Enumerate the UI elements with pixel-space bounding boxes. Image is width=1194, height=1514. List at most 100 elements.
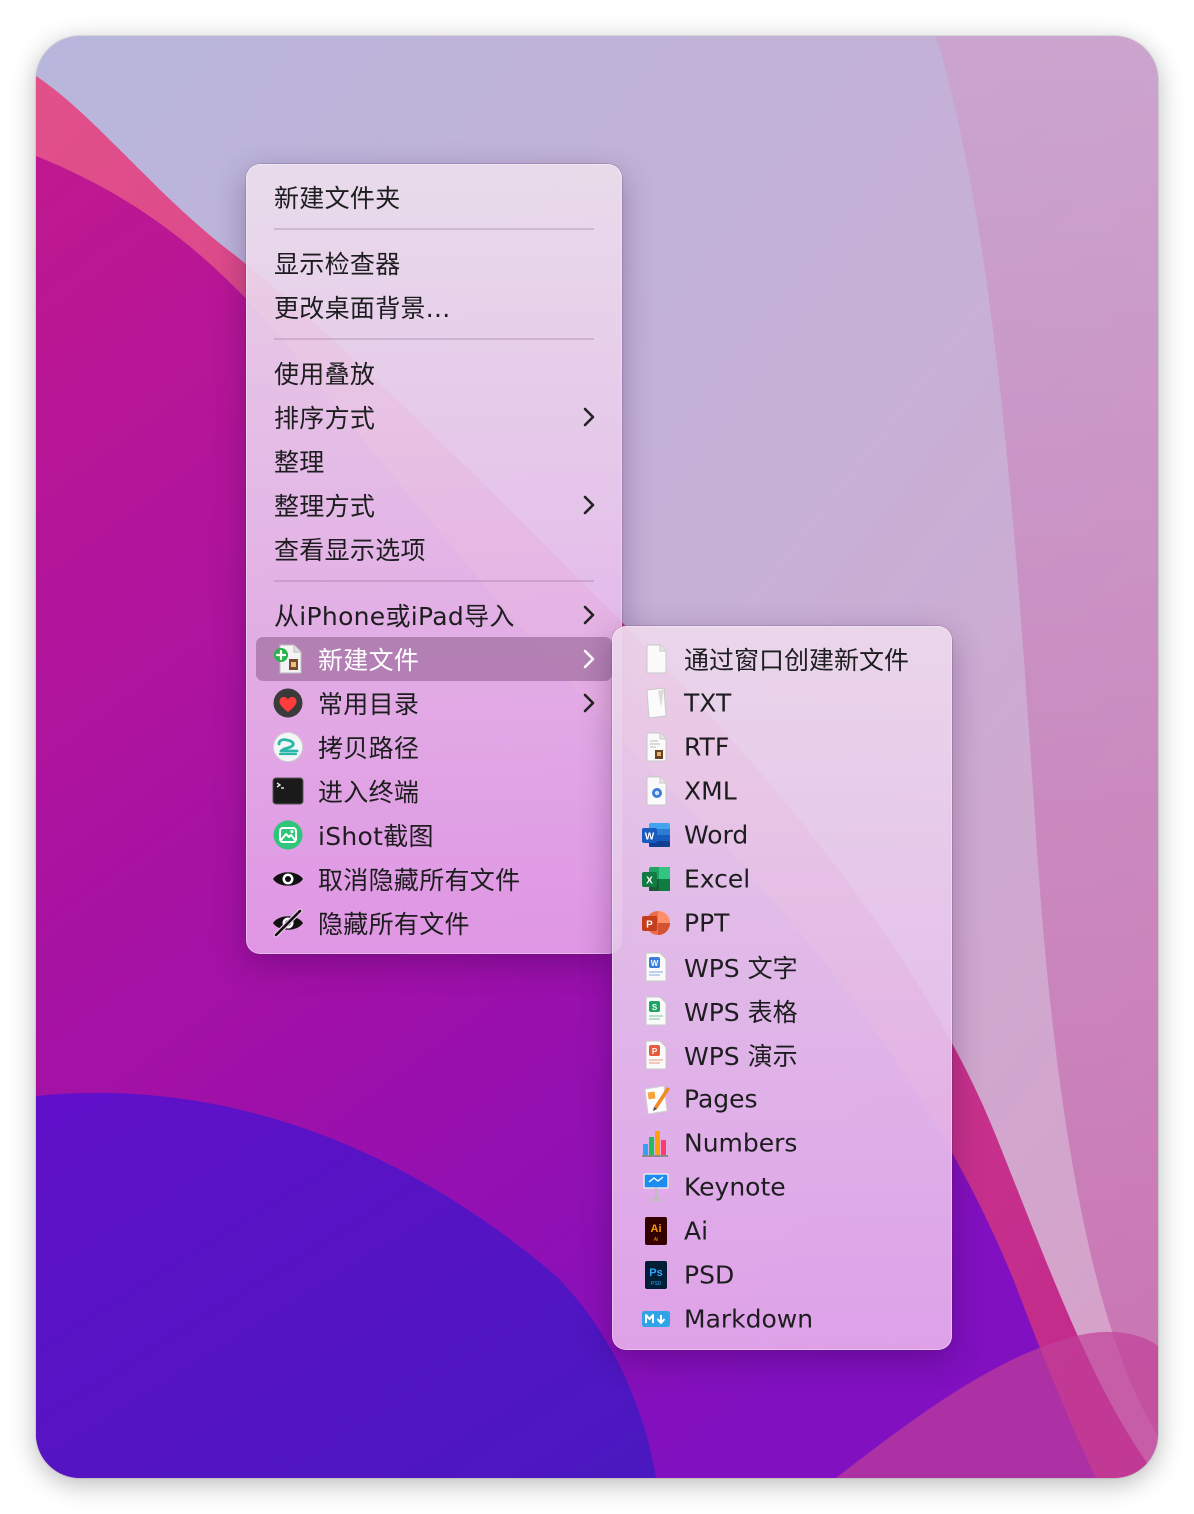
new-file-submenu: 通过窗口创建新文件 TXT RTF XML W Word X Excel P P…	[612, 626, 952, 1350]
submenu-item-label: TXT	[684, 688, 732, 718]
submenu-item-label: Keynote	[684, 1172, 786, 1202]
submenu-item-ai[interactable]: Ai Ai Ai	[622, 1209, 942, 1253]
submenu-item-wps-writer[interactable]: W WPS 文字	[622, 945, 942, 989]
submenu-item-ppt[interactable]: P PPT	[622, 901, 942, 945]
svg-text:W: W	[645, 832, 655, 843]
submenu-item-txt[interactable]: TXT	[622, 681, 942, 725]
word-icon: W	[642, 823, 670, 847]
submenu-item-label: PPT	[684, 908, 730, 938]
menu-item-label: 新建文件	[318, 646, 420, 675]
photoshop-icon: Ps PSD	[645, 1261, 667, 1289]
chevron-right-icon	[583, 495, 595, 515]
menu-item-new-folder[interactable]: 新建文件夹	[256, 175, 612, 219]
excel-icon: X	[642, 867, 670, 891]
chevron-right-icon	[583, 605, 595, 625]
rtf-file-icon	[646, 732, 667, 762]
submenu-item-xml[interactable]: XML	[622, 769, 942, 813]
submenu-item-rtf[interactable]: RTF	[622, 725, 942, 769]
copy-path-icon	[273, 732, 303, 762]
submenu-item-numbers[interactable]: Numbers	[622, 1121, 942, 1165]
menu-separator	[274, 228, 594, 230]
svg-text:Ai: Ai	[654, 1237, 658, 1243]
svg-text:PSD: PSD	[651, 1281, 662, 1287]
submenu-item-word[interactable]: W Word	[622, 813, 942, 857]
menu-item-label: 排序方式	[274, 404, 376, 433]
submenu-item-wps-spreadsheet[interactable]: S WPS 表格	[622, 989, 942, 1033]
submenu-item-label: RTF	[684, 732, 730, 762]
menu-item-show-inspector[interactable]: 显示检查器	[256, 241, 612, 285]
submenu-item-label: 通过窗口创建新文件	[684, 646, 910, 675]
submenu-item-label: PSD	[684, 1260, 735, 1290]
svg-text:S: S	[652, 1003, 658, 1012]
chevron-right-icon	[583, 693, 595, 713]
submenu-item-label: Word	[684, 820, 749, 850]
new-file-icon	[274, 644, 302, 674]
menu-item-view-options[interactable]: 查看显示选项	[256, 527, 612, 571]
menu-item-label: 拷贝路径	[318, 734, 420, 763]
terminal-icon	[272, 777, 304, 805]
menu-item-use-stacks[interactable]: 使用叠放	[256, 351, 612, 395]
menu-item-import-from-iphone[interactable]: 从iPhone或iPad导入	[256, 593, 612, 637]
submenu-item-label: WPS 文字	[684, 954, 798, 983]
keynote-icon	[643, 1173, 669, 1201]
svg-text:P: P	[652, 1047, 658, 1056]
submenu-item-label: Pages	[684, 1084, 758, 1114]
wps-writer-icon: W	[645, 952, 667, 982]
menu-item-label: 整理	[274, 448, 325, 477]
desktop-context-menu: 新建文件夹 显示检查器 更改桌面背景... 使用叠放 排序方式 整理 整理方式 …	[246, 164, 622, 954]
submenu-item-keynote[interactable]: Keynote	[622, 1165, 942, 1209]
menu-item-open-terminal[interactable]: 进入终端	[256, 769, 612, 813]
submenu-item-markdown[interactable]: Markdown	[622, 1297, 942, 1341]
illustrator-icon: Ai Ai	[645, 1217, 667, 1245]
heart-icon	[273, 688, 303, 718]
svg-text:Ai: Ai	[651, 1223, 662, 1235]
menu-item-label: 使用叠放	[274, 360, 376, 389]
menu-item-ishot-screenshot[interactable]: iShot截图	[256, 813, 612, 857]
menu-item-change-wallpaper[interactable]: 更改桌面背景...	[256, 285, 612, 329]
menu-item-hide-all-files[interactable]: 隐藏所有文件	[256, 901, 612, 945]
menu-item-copy-path[interactable]: 拷贝路径	[256, 725, 612, 769]
svg-text:X: X	[646, 876, 653, 887]
submenu-item-label: XML	[684, 776, 737, 806]
wps-presentation-icon: P	[645, 1040, 667, 1070]
menu-item-label: 更改桌面背景...	[274, 294, 451, 323]
submenu-item-label: Excel	[684, 864, 751, 894]
menu-item-label: 进入终端	[318, 778, 420, 807]
submenu-item-label: WPS 演示	[684, 1042, 798, 1071]
submenu-item-label: Markdown	[684, 1304, 814, 1334]
submenu-item-pages[interactable]: Pages	[622, 1077, 942, 1121]
menu-item-sort-by[interactable]: 排序方式	[256, 395, 612, 439]
wps-spreadsheet-icon: S	[645, 996, 667, 1026]
chevron-right-icon	[583, 407, 595, 427]
submenu-item-label: WPS 表格	[684, 998, 798, 1027]
menu-item-label: 整理方式	[274, 492, 376, 521]
submenu-item-label: Ai	[684, 1216, 709, 1246]
eye-slash-icon	[273, 908, 303, 938]
ishot-icon	[273, 820, 303, 850]
svg-text:Ps: Ps	[649, 1267, 662, 1279]
menu-item-label: 新建文件夹	[274, 184, 401, 213]
menu-item-label: 常用目录	[318, 690, 420, 719]
submenu-item-label: Numbers	[684, 1128, 798, 1158]
eye-icon	[273, 872, 303, 886]
menu-item-label: 显示检查器	[274, 250, 401, 279]
numbers-icon	[642, 1131, 668, 1157]
submenu-item-wps-presentation[interactable]: P WPS 演示	[622, 1033, 942, 1077]
powerpoint-icon: P	[642, 911, 670, 935]
svg-text:W: W	[651, 959, 659, 968]
menu-item-label: 隐藏所有文件	[318, 910, 470, 939]
menu-item-new-file[interactable]: 新建文件	[256, 637, 612, 681]
chevron-right-icon	[583, 649, 595, 669]
menu-item-clean-up[interactable]: 整理	[256, 439, 612, 483]
menu-item-label: iShot截图	[318, 822, 434, 851]
markdown-icon	[642, 1311, 670, 1327]
menu-item-favorite-folders[interactable]: 常用目录	[256, 681, 612, 725]
menu-separator	[274, 338, 594, 340]
submenu-item-psd[interactable]: Ps PSD PSD	[622, 1253, 942, 1297]
submenu-item-excel[interactable]: X Excel	[622, 857, 942, 901]
xml-file-icon	[646, 776, 667, 806]
menu-item-clean-up-by[interactable]: 整理方式	[256, 483, 612, 527]
submenu-item-create-via-window[interactable]: 通过窗口创建新文件	[622, 637, 942, 681]
menu-item-show-hidden-files[interactable]: 取消隐藏所有文件	[256, 857, 612, 901]
pages-icon	[644, 1085, 670, 1115]
